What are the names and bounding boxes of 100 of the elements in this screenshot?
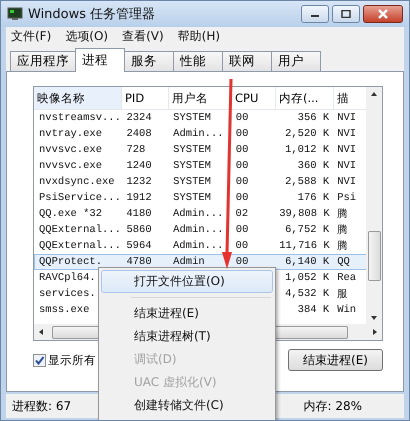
table-cell-text: nvvsvc.exe xyxy=(38,144,104,156)
table-cell-text: Admin... xyxy=(172,208,224,220)
tab[interactable]: 服务 xyxy=(124,51,174,71)
table-cell-text: 2,520 K xyxy=(284,128,330,140)
table-cell-text: 1232 xyxy=(125,176,153,188)
table-cell-text: 176 K xyxy=(296,192,330,204)
table-cell-text: 1,012 K xyxy=(284,144,330,156)
table-cell-text: QQExternal... xyxy=(38,240,122,252)
table-cell-text: 00 xyxy=(234,240,250,252)
table-cell-text: QQExternal... xyxy=(38,224,122,236)
tab[interactable]: 应用程序 xyxy=(10,51,76,71)
table-cell-text: 360 K xyxy=(296,160,330,172)
close-button[interactable] xyxy=(363,5,403,23)
table-cell-text: 00 xyxy=(234,176,250,188)
column-header[interactable]: 用户名 xyxy=(169,87,232,110)
menu-item[interactable]: 打开文件位置(O) xyxy=(101,270,273,293)
column-header[interactable]: PID xyxy=(122,87,169,110)
table-cell-text: Admin xyxy=(172,256,206,268)
table-cell-text: 39,808 K xyxy=(278,208,331,220)
table-cell-text: 腾 xyxy=(336,207,350,221)
table-cell-text: 5964 xyxy=(125,240,153,252)
tab[interactable]: 联网 xyxy=(222,51,272,71)
column-header[interactable]: 映像名称 xyxy=(34,87,122,110)
table-row[interactable]: QQExternal... 5964 Admin... 00 11,716 K 腾 xyxy=(34,238,367,254)
table-cell-text: 00 xyxy=(234,224,250,236)
table-cell-text: 6,140 K xyxy=(284,256,330,268)
table-cell-text: 2,588 K xyxy=(284,176,330,188)
vertical-scrollbar[interactable] xyxy=(366,87,382,325)
table-cell-text: Admin... xyxy=(172,128,225,140)
table-cell-text: 00 xyxy=(234,256,250,268)
table-cell-text: 00 xyxy=(234,144,250,156)
table-cell-text: 02 xyxy=(234,208,250,220)
column-header[interactable]: CPU xyxy=(232,87,276,110)
checkbox[interactable] xyxy=(33,354,46,366)
column-header[interactable]: 内存(... xyxy=(276,87,334,110)
table-cell-text: 4,532 K xyxy=(284,288,330,300)
table-cell-text: 00 xyxy=(234,128,250,140)
table-cell-text: nvvsvc.exe xyxy=(38,160,104,172)
table-row[interactable]: nvvsvc.exe 728 SYSTEM 00 1,012 K NVI xyxy=(34,142,367,158)
table-row[interactable]: nvtray.exe 2408 Admin... 00 2,520 K NVI xyxy=(34,126,367,142)
table-cell-text: SYSTEM xyxy=(172,144,212,156)
table-row[interactable]: nvxdsync.exe 1232 SYSTEM 00 2,588 K NVI xyxy=(34,174,367,190)
table-cell-text: 4780 xyxy=(125,256,153,268)
table-cell-text: 2324 xyxy=(125,112,153,124)
table-row[interactable]: QQExternal... 5860 Admin... 00 6,752 K 腾 xyxy=(34,222,367,238)
table-cell-text: nvstreamsv... xyxy=(38,112,122,124)
monitor-icon xyxy=(7,7,23,21)
table-cell-text: 00 xyxy=(234,160,250,172)
table-cell-text: 2408 xyxy=(125,128,153,140)
table-cell-text: 356 K xyxy=(296,112,330,124)
tab[interactable]: 性能 xyxy=(173,51,223,71)
tab[interactable]: 进程 xyxy=(75,48,125,72)
table-cell-text: 00 xyxy=(234,192,250,204)
table-cell-text: NVI xyxy=(336,128,358,140)
table-cell-text: NVI xyxy=(336,160,358,172)
menu-item[interactable]: 结束进程(E) xyxy=(101,302,273,325)
maximize-button[interactable] xyxy=(332,5,360,23)
table-cell-text: NVI xyxy=(336,112,358,124)
menu-item[interactable]: 结束进程树(T) xyxy=(101,325,273,348)
table-cell-text: 服 xyxy=(336,288,350,301)
table-cell-text: 384 K xyxy=(296,304,330,316)
table-cell-text: NVI xyxy=(336,176,358,188)
table-cell-text: QQ.exe *32 xyxy=(38,208,104,220)
table-cell-text: 11,716 K xyxy=(278,240,331,252)
table-row[interactable]: QQ.exe *32 4180 Admin... 02 39,808 K 腾 xyxy=(34,206,367,222)
minimize-button[interactable] xyxy=(301,5,329,23)
table-row[interactable]: PsiService... 1912 SYSTEM 00 176 K Psi xyxy=(34,190,367,206)
end-process-button[interactable]: 结束进程(E) xyxy=(288,349,383,371)
table-cell-text: 腾 xyxy=(336,239,350,253)
table-cell-text: nvxdsync.exe xyxy=(38,176,116,188)
close-icon xyxy=(377,9,389,19)
table-cell-text: SYSTEM xyxy=(172,192,212,204)
table-cell-text: 1240 xyxy=(125,160,153,172)
table-cell-text: NVI xyxy=(336,144,358,156)
menu-item[interactable]: 选项(O) xyxy=(65,28,108,45)
table-cell-text: 1,052 K xyxy=(284,272,330,284)
table-cell-text: services. xyxy=(38,288,97,300)
table-cell-text: SYSTEM xyxy=(172,176,212,188)
menu-item[interactable]: 文件(F) xyxy=(11,28,52,45)
window-title: Windows 任务管理器 xyxy=(28,6,156,23)
status-text: 内存: 28% xyxy=(303,398,362,414)
table-cell-text: Admin... xyxy=(172,224,225,236)
tab[interactable]: 用户 xyxy=(271,51,321,71)
table-cell-text: Win xyxy=(336,304,358,316)
table-cell-text: Admin... xyxy=(172,240,224,252)
table-cell-text: 1912 xyxy=(125,192,153,204)
table-cell-text: QQProtect. xyxy=(38,256,104,268)
menu-item[interactable]: 查看(V) xyxy=(122,28,164,45)
table-cell-text: 5860 xyxy=(125,224,153,236)
menu-item[interactable]: 创建转储文件(C) xyxy=(101,394,273,417)
table-cell-text: Psi xyxy=(336,192,358,204)
checkbox-label: 显示所有 xyxy=(48,352,96,368)
table-cell-text: 00 xyxy=(234,112,250,124)
scroll-thumb[interactable] xyxy=(368,231,380,281)
table-cell-text: SYSTEM xyxy=(172,112,212,124)
table-row[interactable]: nvstreamsv... 2324 SYSTEM 00 356 K NVI xyxy=(34,110,367,126)
table-cell-text: PsiService... xyxy=(38,192,122,204)
checkmark-icon xyxy=(34,354,45,366)
table-row[interactable]: nvvsvc.exe 1240 SYSTEM 00 360 K NVI xyxy=(34,158,367,174)
menu-item[interactable]: 帮助(H) xyxy=(178,28,220,45)
